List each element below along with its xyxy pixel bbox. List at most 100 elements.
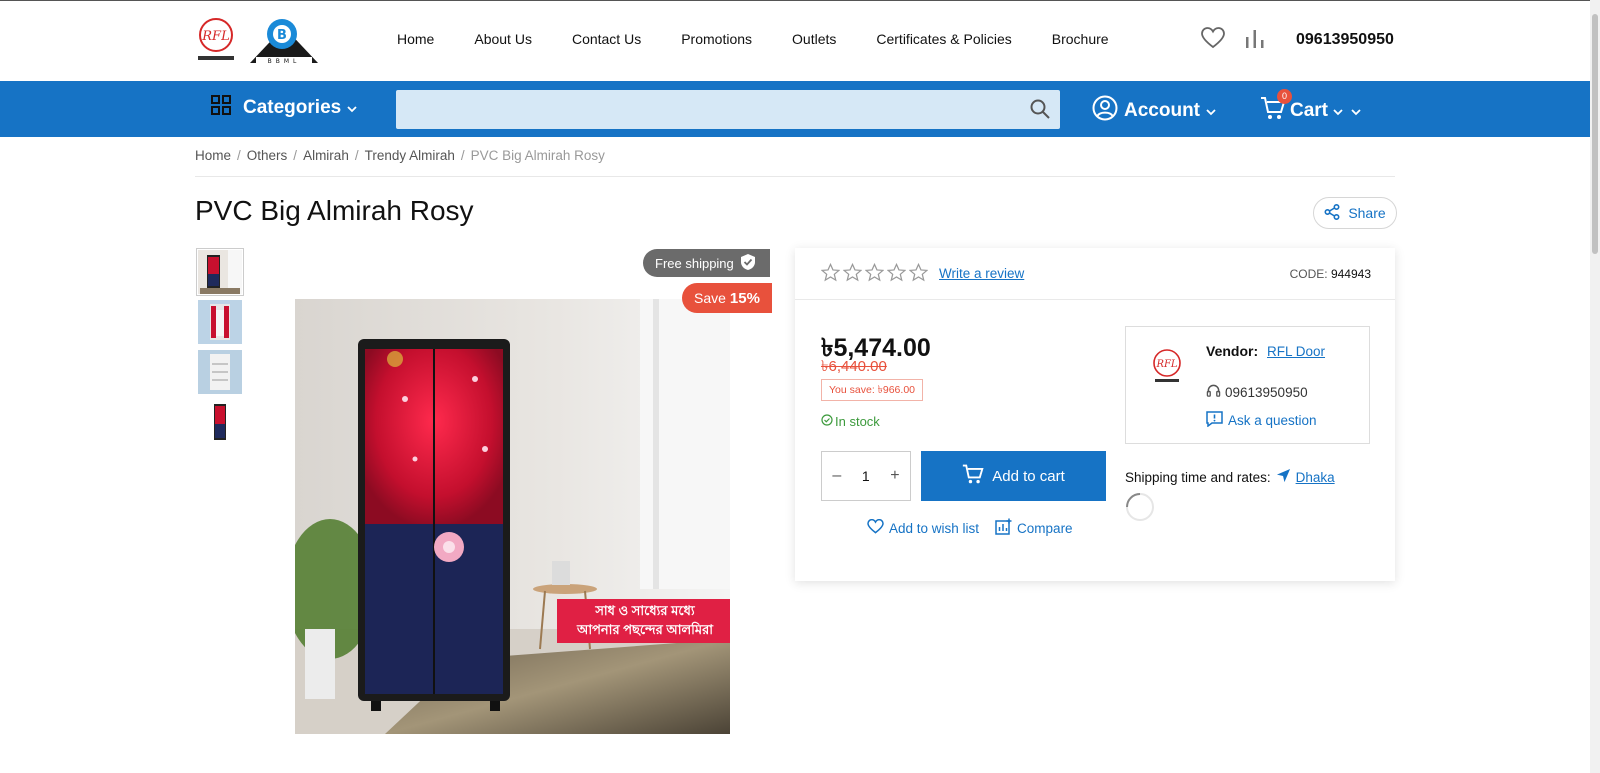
thumbnail-1[interactable] <box>196 248 244 296</box>
breadcrumb-separator: / <box>354 148 359 163</box>
ask-question-label: Ask a question <box>1228 413 1317 428</box>
nav-contact-us[interactable]: Contact Us <box>572 29 641 49</box>
vendor-phone-number: 09613950950 <box>1225 384 1308 400</box>
breadcrumb-separator: / <box>293 148 298 163</box>
star-empty-icon[interactable] <box>843 263 862 282</box>
breadcrumb-separator: / <box>460 148 465 163</box>
add-to-cart-label: Add to cart <box>992 467 1065 485</box>
site-header: RFL B BBML Home About Us Contact Us Prom… <box>0 1 1590 81</box>
add-to-cart-button[interactable]: Add to cart <box>921 451 1106 501</box>
search-icon[interactable] <box>1030 99 1050 124</box>
shield-check-icon <box>740 253 756 274</box>
save-label: Save <box>694 290 726 306</box>
header-icons <box>1201 27 1267 54</box>
product-main-image[interactable]: সাধ ও সাধ্যের মধ্যে আপনার পছন্দের আলমিরা <box>295 299 730 734</box>
thumbnail-4[interactable] <box>196 398 244 446</box>
vendor-box: RFL Vendor: RFL Door 09613950950 Ask a q… <box>1125 326 1370 444</box>
share-button[interactable]: Share <box>1313 197 1397 229</box>
add-to-wishlist-button[interactable]: Add to wish list <box>867 518 979 538</box>
check-circle-icon <box>821 414 833 429</box>
increase-qty-button[interactable]: + <box>890 467 899 485</box>
code-label: CODE: <box>1289 267 1328 281</box>
compare-chart-icon[interactable] <box>1243 27 1267 54</box>
page-scrollbar[interactable] <box>1590 0 1600 773</box>
header-phone[interactable]: 09613950950 <box>1296 31 1394 49</box>
categories-label: Categories <box>243 97 342 118</box>
share-label: Share <box>1348 205 1386 221</box>
cart-count-badge: 0 <box>1277 89 1292 104</box>
chevron-down-icon <box>1333 100 1343 122</box>
brand-logos[interactable]: RFL B BBML <box>196 17 320 67</box>
image-caption-line1: সাধ ও সাধ্যের মধ্যে <box>594 603 696 618</box>
nav-home[interactable]: Home <box>397 29 434 49</box>
rating-stars[interactable] <box>821 263 928 282</box>
search-input[interactable] <box>396 90 1006 129</box>
account-menu[interactable]: Account <box>1092 95 1216 127</box>
compare-label: Compare <box>1017 520 1073 536</box>
product-code: CODE: 944943 <box>1290 267 1371 281</box>
svg-text:B: B <box>277 28 287 43</box>
stock-label: In stock <box>835 414 880 429</box>
star-empty-icon[interactable] <box>909 263 928 282</box>
nav-certificates[interactable]: Certificates & Policies <box>876 29 1011 49</box>
nav-brochure[interactable]: Brochure <box>1052 29 1109 49</box>
main-nav: Home About Us Contact Us Promotions Outl… <box>397 29 1149 49</box>
svg-text:RFL: RFL <box>1155 359 1177 370</box>
stock-status: In stock <box>821 414 880 429</box>
decrease-qty-button[interactable]: – <box>832 467 841 485</box>
chevron-down-icon <box>1206 100 1216 122</box>
breadcrumb-others[interactable]: Others <box>247 148 288 163</box>
save-percent: 15% <box>729 289 760 307</box>
svg-text:BBML: BBML <box>268 58 301 65</box>
cart-menu[interactable]: 0 Cart <box>1260 89 1361 127</box>
vendor-logo[interactable]: RFL <box>1148 347 1186 390</box>
compare-chart-icon <box>995 518 1012 538</box>
share-icon <box>1324 203 1340 223</box>
breadcrumb-almirah[interactable]: Almirah <box>303 148 349 163</box>
headset-icon <box>1206 383 1221 401</box>
write-review-link[interactable]: Write a review <box>939 266 1024 281</box>
thumbnail-2[interactable] <box>196 298 244 346</box>
quantity-value[interactable]: 1 <box>862 468 870 484</box>
wishlist-label: Add to wish list <box>889 520 980 536</box>
cart-icon <box>962 463 984 489</box>
breadcrumb-current: PVC Big Almirah Rosy <box>470 148 605 163</box>
star-empty-icon[interactable] <box>887 263 906 282</box>
breadcrumb-divider <box>195 176 1395 177</box>
rfl-bbml-logo: RFL B BBML <box>198 18 318 65</box>
code-value: 944943 <box>1330 267 1371 281</box>
loading-spinner-icon <box>1125 492 1155 522</box>
shipping-city-link[interactable]: Dhaka <box>1296 470 1335 485</box>
ask-question-link[interactable]: Ask a question <box>1206 411 1317 430</box>
shipping-info: Shipping time and rates: Dhaka <box>1125 468 1335 486</box>
thumbnail-3[interactable] <box>196 348 244 396</box>
nav-outlets[interactable]: Outlets <box>792 29 836 49</box>
location-arrow-icon <box>1276 468 1291 486</box>
nav-promotions[interactable]: Promotions <box>681 29 752 49</box>
quantity-stepper: – 1 + <box>821 451 911 501</box>
page-title: PVC Big Almirah Rosy <box>195 195 474 226</box>
nav-about-us[interactable]: About Us <box>474 29 532 49</box>
user-circle-icon <box>1092 95 1118 127</box>
account-label: Account <box>1124 100 1200 121</box>
category-search-bar: Categories Account 0 Cart <box>0 81 1590 137</box>
breadcrumb-home[interactable]: Home <box>195 148 231 163</box>
scrollbar-thumb[interactable] <box>1592 14 1598 254</box>
free-shipping-label: Free shipping <box>655 255 734 271</box>
grid-icon <box>211 95 231 121</box>
cart-label: Cart <box>1290 100 1329 121</box>
star-empty-icon[interactable] <box>865 263 884 282</box>
secondary-actions: Add to wish list Compare <box>867 518 1073 538</box>
chevron-down-icon <box>1351 100 1361 122</box>
chevron-down-icon <box>347 97 357 119</box>
vendor-name-link[interactable]: RFL Door <box>1267 344 1325 359</box>
star-empty-icon[interactable] <box>821 263 840 282</box>
breadcrumb-trendy-almirah[interactable]: Trendy Almirah <box>365 148 455 163</box>
card-header: Write a review CODE: 944943 <box>795 248 1395 300</box>
vendor-phone[interactable]: 09613950950 <box>1206 383 1308 401</box>
compare-button[interactable]: Compare <box>995 518 1073 538</box>
discount-badge: Save 15% <box>682 283 772 313</box>
categories-menu[interactable]: Categories <box>211 95 357 121</box>
wishlist-heart-icon[interactable] <box>1201 27 1225 54</box>
original-price: ৳6,440.00 <box>821 358 887 375</box>
